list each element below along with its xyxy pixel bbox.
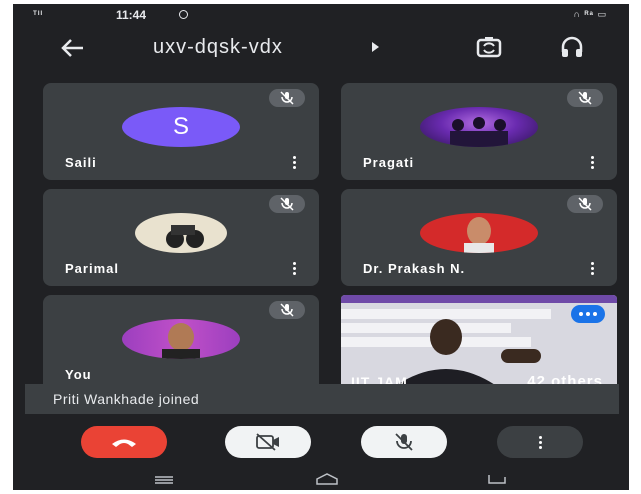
more-vert-icon[interactable] <box>591 156 595 170</box>
join-notification: Priti Wankhade joined <box>25 384 619 414</box>
signal-indicator: ᵀᴵᴵ <box>33 9 44 19</box>
avatar: S <box>122 107 240 147</box>
screen-share-tile[interactable]: IIT JAM 42 others <box>341 295 617 392</box>
participant-name: Saili <box>65 155 97 170</box>
meeting-details-caret-icon[interactable] <box>372 42 379 52</box>
phone-screen: ᵀᴵᴵ 11:44 ∩ ᴿᵃ ▭ uxv-dqsk-vdx S Saili Pr… <box>13 4 629 490</box>
end-call-icon <box>112 439 136 447</box>
participant-name: Pragati <box>363 155 415 170</box>
more-vert-icon[interactable] <box>591 262 595 276</box>
mic-off-icon <box>567 89 603 107</box>
home-icon[interactable] <box>315 473 339 485</box>
camera-off-icon <box>256 433 279 451</box>
status-time: 11:44 <box>116 8 147 22</box>
meeting-code[interactable]: uxv-dqsk-vdx <box>153 36 283 59</box>
nav-back-icon[interactable] <box>487 473 507 485</box>
switch-camera-icon[interactable] <box>475 34 503 60</box>
recents-icon[interactable] <box>155 476 173 484</box>
more-options-button[interactable] <box>497 426 583 458</box>
top-bar: uxv-dqsk-vdx <box>13 26 629 70</box>
more-vert-icon[interactable] <box>293 262 297 276</box>
mic-off-icon <box>269 195 305 213</box>
participant-tile[interactable]: Pragati <box>341 83 617 180</box>
self-tile[interactable]: You <box>43 295 319 392</box>
status-right-icons: ∩ ᴿᵃ ▭ <box>573 9 607 19</box>
participant-tile[interactable]: Parimal <box>43 189 319 286</box>
mic-off-icon <box>567 195 603 213</box>
avatar <box>122 319 240 359</box>
headphones-icon[interactable] <box>559 34 585 60</box>
participant-tile[interactable]: Dr. Prakash N. <box>341 189 617 286</box>
camera-toggle-button[interactable] <box>225 426 311 458</box>
participant-name: You <box>65 367 92 382</box>
more-vert-icon[interactable] <box>293 156 297 170</box>
participant-tile[interactable]: S Saili <box>43 83 319 180</box>
end-call-button[interactable] <box>81 426 167 458</box>
mic-off-icon <box>269 89 305 107</box>
more-vert-icon <box>538 435 542 449</box>
avatar <box>135 213 227 253</box>
participant-name: Dr. Prakash N. <box>363 261 466 276</box>
back-arrow-icon[interactable] <box>59 36 85 60</box>
slide-header <box>341 295 617 303</box>
avatar <box>420 107 538 147</box>
notification-dot-icon <box>179 10 188 19</box>
more-options-pill[interactable] <box>571 305 605 323</box>
mic-off-icon <box>269 301 305 319</box>
system-nav-bar <box>13 470 629 490</box>
mic-off-icon <box>395 433 413 451</box>
status-bar: ᵀᴵᴵ 11:44 ∩ ᴿᵃ ▭ <box>13 4 629 26</box>
microphone-toggle-button[interactable] <box>361 426 447 458</box>
participant-name: Parimal <box>65 261 119 276</box>
avatar <box>420 213 538 253</box>
